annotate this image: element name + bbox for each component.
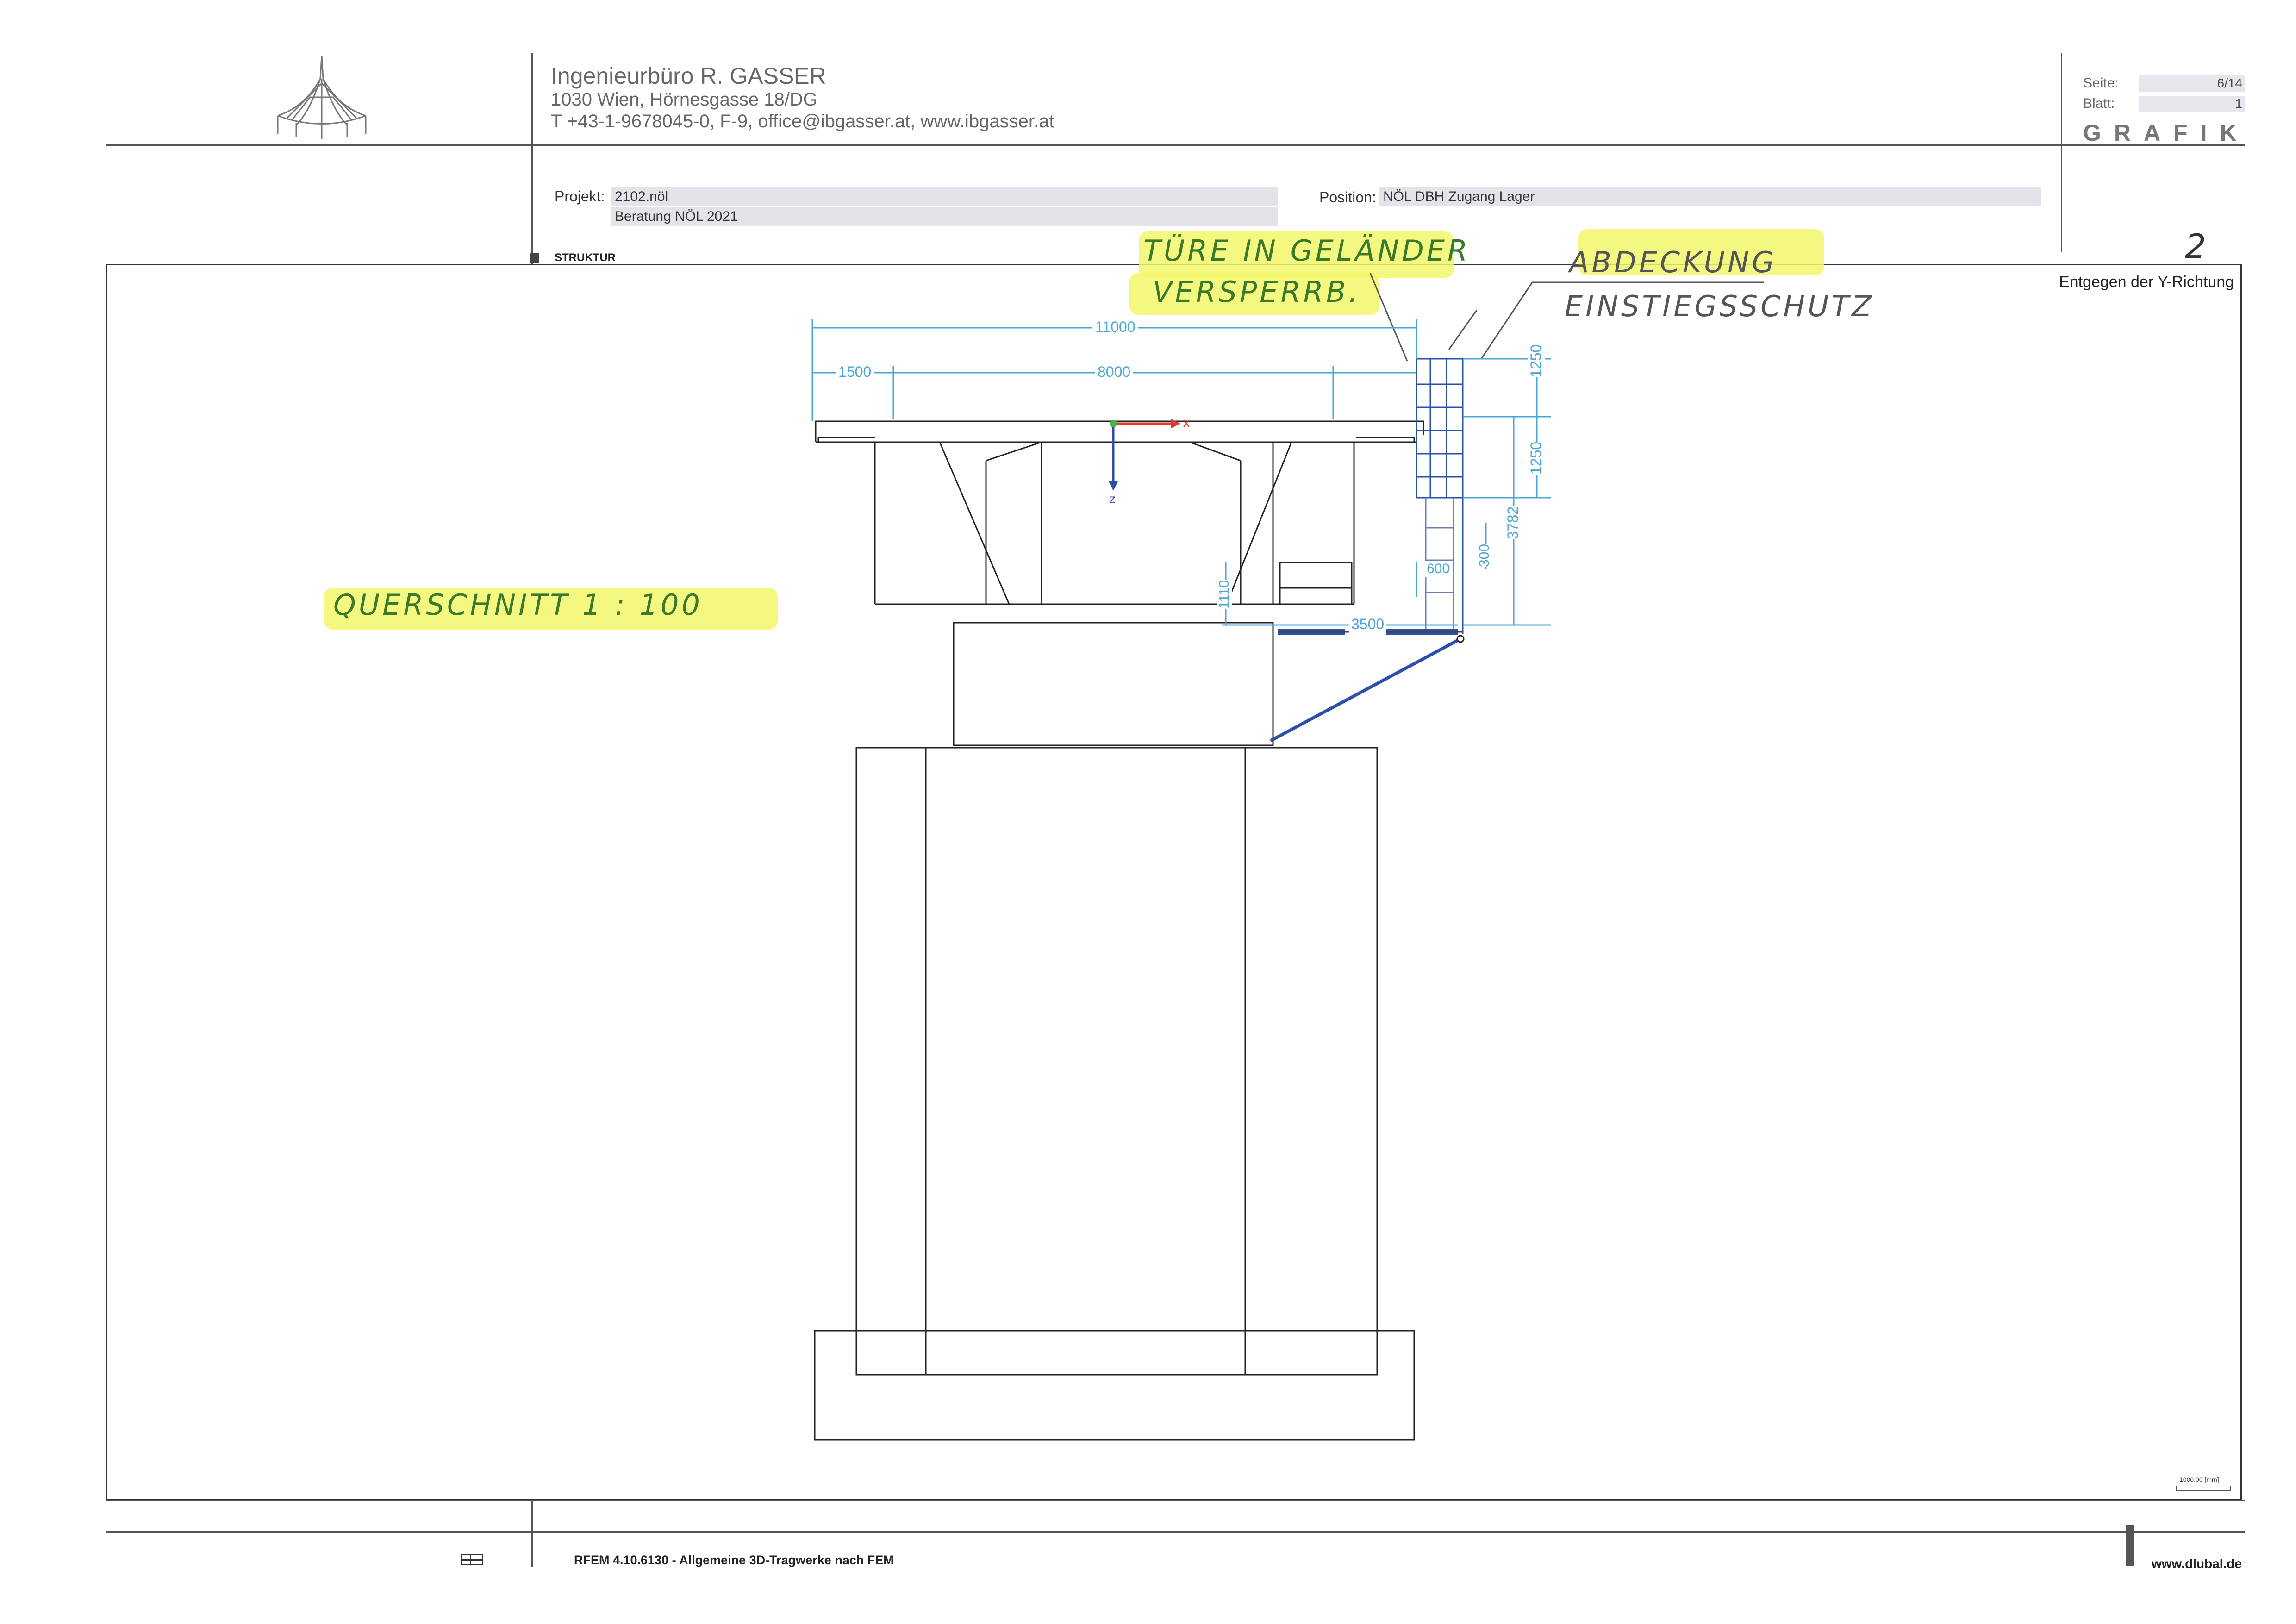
- access-platform: [1416, 358, 1464, 634]
- dim-left: 1500: [836, 363, 874, 381]
- dimension-lines: [811, 319, 1551, 626]
- scale-bar-label: 1000.00 [mm]: [2179, 1476, 2219, 1483]
- platform-strut: [1270, 637, 1461, 743]
- footer-divider: [106, 1531, 2245, 1533]
- dim-middle: 8000: [1095, 363, 1134, 381]
- structure-drawing: [811, 273, 1764, 1441]
- footer-marker-icon: [2126, 1525, 2134, 1566]
- scale-bar: [2176, 1486, 2231, 1491]
- dim-inner-600: 600: [1425, 561, 1452, 577]
- footer-software: RFEM 4.10.6130 - Allgemeine 3D-Tragwerke…: [574, 1553, 894, 1567]
- dim-platform-width: 3500: [1349, 616, 1386, 633]
- axis-z-label: z: [1109, 492, 1116, 506]
- dim-right-top: 1250: [1528, 344, 1545, 377]
- foundation: [814, 1330, 1415, 1441]
- pier-cap: [953, 622, 1274, 746]
- footer-divider-top: [106, 1500, 2245, 1501]
- footer-website: www.dlubal.de: [2152, 1556, 2242, 1571]
- dim-overall: 11000: [1092, 319, 1138, 336]
- dim-platform-height: 1110: [1217, 580, 1232, 609]
- axis-x-label: x: [1183, 415, 1190, 430]
- pier-wall: [855, 747, 1378, 1376]
- dim-right-mid: 1250: [1528, 441, 1545, 475]
- dim-right-small: 300: [1477, 543, 1492, 567]
- footer-flag-icon: [461, 1554, 483, 1565]
- dim-right-total: 3782: [1504, 506, 1522, 539]
- footer-vertical-divider: [531, 1500, 533, 1567]
